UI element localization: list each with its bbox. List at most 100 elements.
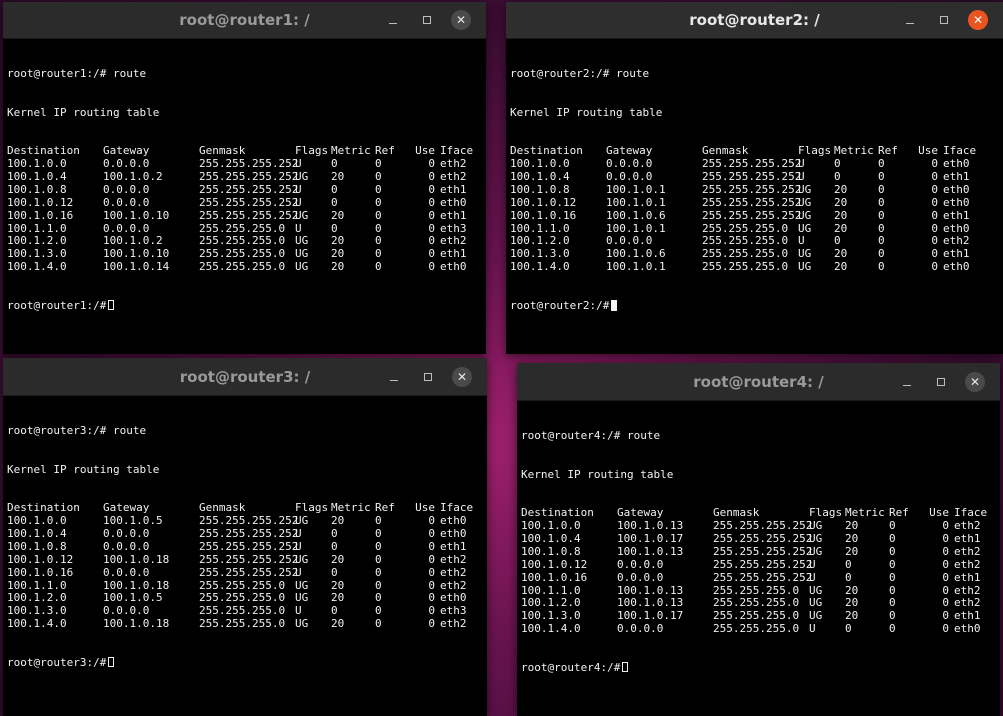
close-button[interactable]: ✕	[444, 9, 478, 31]
maximize-button[interactable]	[927, 9, 961, 31]
cell-flags: UG	[809, 532, 823, 545]
cell-use: 0	[428, 208, 435, 222]
cell-ref: 0	[878, 260, 885, 274]
table-row: 100.1.0.12 100.1.0.18 255.255.255.252 UG 20 0…	[7, 552, 487, 567]
cell-iface: eth1	[943, 170, 970, 183]
close-button[interactable]: ✕	[445, 366, 479, 388]
table-row: 100.1.0.4 0.0.0.0 255.255.255.252 U 0 0 0 eth1	[510, 170, 1003, 184]
active-prompt-line: root@router3:/#	[7, 655, 487, 670]
cell-iface: eth0	[440, 527, 467, 540]
cell-use: 0	[942, 557, 949, 571]
cell-flags: U	[809, 570, 816, 584]
command-line: root@router2:/# route	[510, 66, 1003, 81]
cell-ref: 0	[889, 532, 896, 545]
cell-flags: U	[809, 557, 816, 571]
cell-genmask: 255.255.255.252	[713, 544, 813, 558]
cell-use: 0	[931, 208, 938, 222]
cell-iface: eth0	[440, 195, 467, 209]
cell-use: 0	[428, 552, 435, 566]
cell-gateway: 0.0.0.0	[617, 557, 664, 571]
cell-flags: UG	[798, 260, 812, 274]
maximize-button[interactable]	[410, 9, 444, 31]
minimize-icon	[389, 23, 397, 24]
table-row: 100.1.0.12 0.0.0.0 255.255.255.252 U 0 0 0 eth2	[521, 557, 1000, 572]
cell-gateway: 100.1.0.18	[103, 617, 170, 631]
cell-iface: eth1	[440, 208, 467, 222]
routing-table: Destination Gateway Genmask Flags Metric Ref U…	[7, 144, 486, 274]
terminal-window-router2[interactable]: root@router2: / ✕ root@router2:/# route …	[506, 2, 1003, 354]
table-row: 100.1.4.0 100.1.0.18 255.255.255.0 UG 20 0 0 et…	[7, 617, 487, 631]
cell-destination: 100.1.0.8	[7, 182, 67, 196]
minimize-button[interactable]	[893, 9, 927, 31]
terminal-output[interactable]: root@router1:/# route Kernel IP routing …	[3, 39, 486, 354]
cell-flags: UG	[809, 544, 823, 558]
cell-use: 0	[428, 182, 435, 196]
close-button[interactable]: ✕	[961, 9, 995, 31]
cell-destination: 100.1.0.8	[510, 182, 570, 196]
titlebar[interactable]: root@router2: / ✕	[506, 2, 1003, 39]
cell-flags: UG	[798, 195, 812, 209]
cell-flags: UG	[295, 552, 309, 566]
terminal-window-router3[interactable]: root@router3: / ✕ root@router3:/# route …	[3, 358, 487, 716]
cell-iface: eth0	[943, 195, 970, 209]
cell-destination: 100.1.0.16	[7, 208, 74, 222]
cell-ref: 0	[889, 544, 896, 558]
cell-gateway: 100.1.0.1	[606, 182, 666, 196]
titlebar[interactable]: root@router1: / ✕	[3, 2, 486, 39]
cell-genmask: 255.255.255.252	[702, 208, 802, 222]
minimize-button[interactable]	[377, 366, 411, 388]
cell-ref: 0	[878, 182, 885, 196]
close-icon: ✕	[965, 371, 985, 392]
cell-metric: 0	[331, 539, 338, 553]
cell-gateway: 100.1.0.2	[103, 170, 163, 183]
cell-ref: 0	[375, 527, 382, 540]
prompt: root@router3:/#	[7, 655, 107, 669]
close-button[interactable]: ✕	[958, 371, 992, 393]
terminal-output[interactable]: root@router3:/# route Kernel IP routing …	[3, 396, 487, 716]
cell-gateway: 100.1.0.17	[617, 532, 684, 545]
cell-use: 0	[428, 617, 435, 631]
cell-metric: 20	[834, 195, 848, 209]
cell-genmask: 255.255.255.252	[713, 532, 813, 545]
cell-metric: 20	[845, 544, 859, 558]
cell-metric: 0	[834, 170, 841, 183]
cell-metric: 20	[331, 208, 345, 222]
cell-genmask: 255.255.255.252	[702, 182, 802, 196]
cell-iface: eth1	[440, 539, 467, 553]
active-prompt-line: root@router1:/#	[7, 299, 486, 313]
maximize-button[interactable]	[411, 366, 445, 388]
terminal-window-router1[interactable]: root@router1: / ✕ root@router1:/# route …	[3, 2, 486, 354]
cell-use: 0	[931, 182, 938, 196]
terminal-output[interactable]: root@router2:/# route Kernel IP routing …	[506, 39, 1003, 354]
terminal-window-router4[interactable]: root@router4: / ✕ root@router4:/# route …	[517, 363, 1000, 716]
cell-use: 0	[942, 622, 949, 636]
prompt: root@router2:/#	[510, 66, 610, 80]
cell-use: 0	[942, 544, 949, 558]
maximize-button[interactable]	[924, 371, 958, 393]
cell-iface: eth2	[954, 544, 981, 558]
active-prompt-line: root@router2:/#	[510, 299, 1003, 313]
titlebar[interactable]: root@router3: / ✕	[3, 358, 487, 396]
cell-flags: UG	[798, 208, 812, 222]
cell-ref: 0	[375, 617, 382, 631]
minimize-icon	[903, 384, 911, 386]
cell-use: 0	[428, 260, 435, 274]
table-row: 100.1.0.12 100.1.0.1 255.255.255.252 UG 20 0 0…	[510, 195, 1003, 210]
cell-destination: 100.1.0.4	[510, 170, 570, 183]
cell-flags: UG	[798, 182, 812, 196]
cell-iface: eth1	[954, 532, 981, 545]
cell-iface: eth2	[440, 565, 467, 579]
cell-metric: 0	[845, 570, 852, 584]
titlebar[interactable]: root@router4: / ✕	[517, 363, 1000, 401]
minimize-icon	[906, 23, 914, 24]
routing-table: Destination Gateway Genmask Flags Metric Ref U…	[510, 144, 1003, 274]
cell-gateway: 0.0.0.0	[617, 570, 664, 584]
command-line: root@router3:/# route	[7, 424, 487, 438]
cell-flags: U	[295, 539, 302, 553]
minimize-button[interactable]	[890, 371, 924, 393]
minimize-button[interactable]	[376, 9, 410, 31]
terminal-output[interactable]: root@router4:/# route Kernel IP routing …	[517, 401, 1000, 716]
table-row: 100.1.0.16 0.0.0.0 255.255.255.252 U 0 0 0 eth2	[7, 565, 487, 580]
cell-gateway: 100.1.0.10	[103, 208, 170, 222]
routing-table: Destination Gateway Genmask Flags Metric Ref U…	[7, 501, 487, 631]
